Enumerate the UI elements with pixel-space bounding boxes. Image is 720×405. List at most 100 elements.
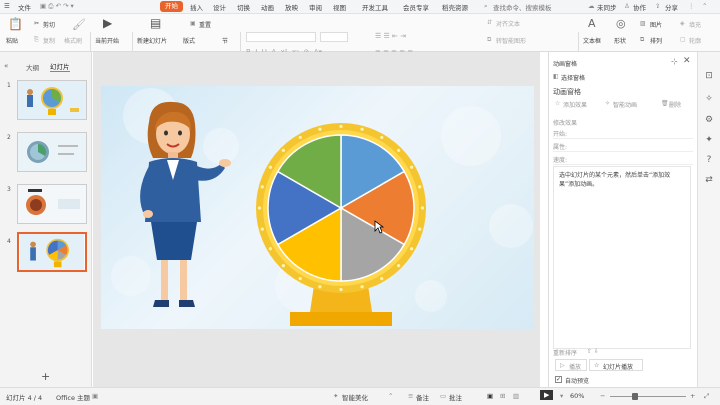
textbox-button[interactable]: 文本框 (583, 36, 601, 45)
slide-thumbnail-2[interactable] (17, 132, 87, 172)
tab-design[interactable]: 设计 (213, 2, 226, 12)
layout-button[interactable]: 版式 (183, 36, 195, 45)
fill-icon[interactable]: ◈ (680, 20, 685, 27)
sync-status[interactable]: 未同步 (597, 2, 617, 12)
textbox-icon[interactable]: A (588, 17, 596, 30)
smartart-icon[interactable]: ⧉ (487, 36, 491, 44)
start-select[interactable]: 开始: (553, 129, 693, 139)
fit-window-icon[interactable]: ⤢ (704, 392, 709, 401)
tab-slides[interactable]: 幻灯片 (50, 61, 70, 72)
fill-button[interactable]: 填充 (689, 20, 701, 29)
doc-icon[interactable]: ▣ (92, 392, 98, 400)
picture-icon[interactable]: ▨ (640, 20, 646, 27)
slide-canvas[interactable] (101, 86, 534, 329)
reading-view-icon[interactable]: ▥ (513, 392, 519, 400)
zoom-out-icon[interactable]: − (600, 392, 605, 400)
zoom-slider[interactable] (610, 396, 686, 397)
cut-button[interactable]: 剪切 (43, 20, 55, 29)
sorter-view-icon[interactable]: ⊞ (500, 392, 505, 400)
menu-hamburger-icon[interactable]: ☰ (4, 2, 10, 10)
tab-docer[interactable]: 稻壳资源 (442, 2, 468, 12)
tab-animation[interactable]: 动画 (261, 2, 274, 12)
play-button[interactable]: ▷ 播放 (555, 359, 587, 371)
animation-pane-icon[interactable]: ✧ (703, 93, 715, 105)
zoom-level[interactable]: 60% (570, 392, 584, 400)
settings-icon[interactable]: ⚙ (703, 114, 715, 126)
more-icon[interactable]: ⋮ (688, 2, 695, 10)
tab-home[interactable]: 开始 (160, 1, 183, 12)
prize-wheel[interactable] (256, 122, 426, 328)
share-button[interactable]: 分享 (665, 2, 678, 12)
reorder-arrows-icon[interactable]: ⇧ ⇩ (587, 348, 599, 355)
picture-button[interactable]: 图片 (650, 20, 662, 29)
tab-review[interactable]: 审阅 (309, 2, 322, 12)
align-text-button[interactable]: 对齐文本 (496, 19, 520, 28)
new-slide-icon[interactable]: ▤ (150, 16, 161, 30)
text-direction-icon[interactable]: ⇵ (487, 19, 492, 26)
add-effect-button[interactable]: 添加效果 (563, 100, 587, 109)
current-start-button[interactable]: 当前开始 (95, 36, 119, 45)
speed-select[interactable]: 速度: (553, 155, 693, 165)
select-pane-link[interactable]: 选择窗格 (561, 73, 585, 82)
design-icon[interactable]: ⊡ (703, 70, 715, 82)
quick-access-icons[interactable]: ▣ ⎙ ↶ ↷ ▾ (40, 2, 74, 11)
comments-button[interactable]: 批注 (449, 392, 462, 402)
copy-icon[interactable]: ⎘ (34, 36, 39, 44)
property-select[interactable]: 属性: (553, 142, 693, 152)
slideshow-button[interactable]: ☆ 幻灯片播放 (589, 359, 643, 371)
shape-icon[interactable]: ◎ (616, 17, 626, 30)
autopreview-checkbox[interactable]: ✓ (555, 376, 562, 383)
add-slide-button[interactable]: + (41, 370, 50, 383)
close-icon[interactable]: ✕ (683, 56, 691, 66)
outline-icon[interactable]: ▢ (680, 36, 686, 43)
arrange-icon[interactable]: ⧉ (640, 36, 644, 44)
pane-title[interactable]: 动画窗格 (553, 59, 577, 68)
businesswoman-illustration[interactable] (121, 100, 231, 315)
arrange-button[interactable]: 排列 (650, 36, 662, 45)
reset-icon[interactable]: ▣ (190, 20, 196, 27)
tab-outline[interactable]: 大纲 (26, 62, 39, 72)
slideshow-play-icon[interactable]: ▶ (540, 390, 554, 400)
tab-view[interactable]: 视图 (333, 2, 346, 12)
collab-button[interactable]: 协作 (633, 2, 646, 12)
magic-icon[interactable]: ✦ (703, 134, 715, 146)
tab-member[interactable]: 会员专享 (403, 2, 429, 12)
tab-transition[interactable]: 切换 (237, 2, 250, 12)
copy-button[interactable]: 复制 (43, 36, 55, 45)
smart-beautify-button[interactable]: 智能美化 (342, 392, 368, 402)
font-name-select[interactable] (246, 32, 316, 42)
paste-icon[interactable]: 📋 (8, 17, 23, 31)
delete-button[interactable]: 删除 (669, 100, 681, 109)
pin-icon[interactable]: ⊹ (671, 57, 678, 66)
dropdown-icon[interactable]: ▾ (560, 392, 563, 400)
zoom-in-icon[interactable]: + (690, 392, 695, 400)
zoom-slider-thumb[interactable] (632, 393, 638, 400)
help-icon[interactable]: ? (703, 154, 715, 166)
notes-dropdown-icon[interactable]: ⌃ (388, 392, 393, 400)
normal-view-icon[interactable]: ▣ (487, 392, 493, 400)
smart-anim-button[interactable]: 智能动画 (613, 100, 637, 109)
search-input[interactable]: 查找命令、搜索模板 (493, 2, 552, 12)
section-button[interactable]: 节 (222, 36, 228, 45)
animation-list[interactable]: 选中幻灯片的某个元素，然后单击“添加效果”添加动画。 (553, 166, 691, 349)
outline-button[interactable]: 轮廓 (689, 36, 701, 45)
play-icon[interactable]: ▶ (103, 16, 112, 30)
tab-developer[interactable]: 开发工具 (362, 2, 388, 12)
convert-smartart-button[interactable]: 转智能图形 (496, 36, 526, 45)
cut-icon[interactable]: ✂ (34, 20, 39, 27)
format-painter-button[interactable]: 格式刷 (64, 36, 82, 45)
backup-icon[interactable]: ⇄ (703, 174, 715, 186)
collapse-pane-icon[interactable]: « (4, 62, 8, 70)
slide-thumbnail-3[interactable] (17, 184, 87, 224)
tab-insert[interactable]: 插入 (190, 2, 203, 12)
reset-button[interactable]: 重置 (199, 20, 211, 29)
collapse-icon[interactable]: ⌃ (702, 2, 707, 10)
menu-file[interactable]: 文件 (18, 2, 31, 12)
slide-thumbnail-1[interactable] (17, 80, 87, 120)
paragraph-buttons[interactable]: ☰ ☰ ⇤ ⇥ (375, 32, 406, 40)
notes-button[interactable]: 备注 (416, 392, 429, 402)
paste-button[interactable]: 粘贴 (6, 36, 18, 45)
shape-button[interactable]: 形状 (614, 36, 626, 45)
tab-slideshow[interactable]: 放映 (285, 2, 298, 12)
font-size-select[interactable] (320, 32, 348, 42)
